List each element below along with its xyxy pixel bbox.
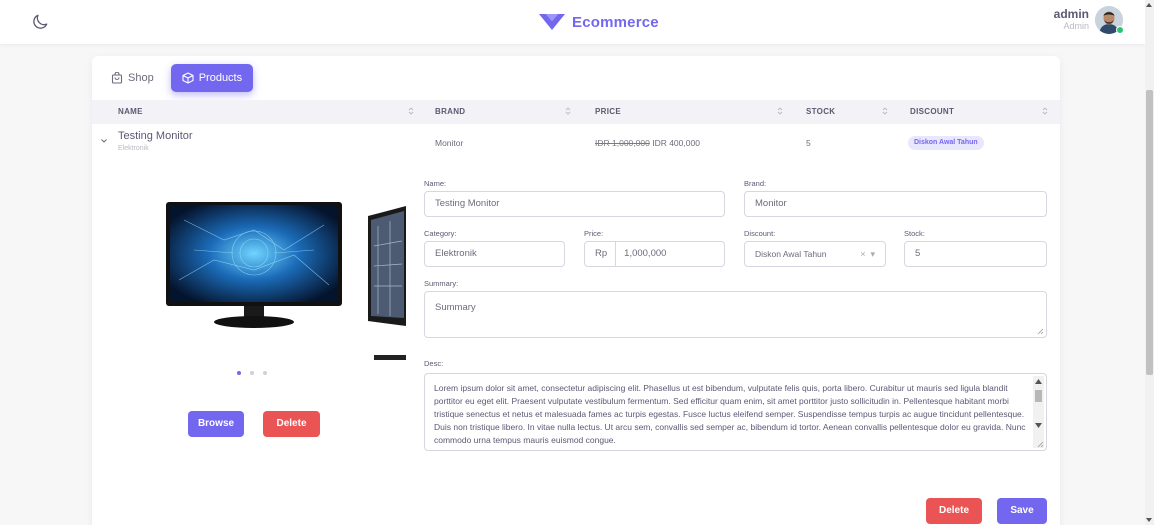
browse-image-button[interactable]: Browse [188,411,244,437]
user-menu[interactable]: admin Admin [1053,6,1124,34]
product-image-next[interactable] [368,206,406,326]
sort-icon[interactable] [408,106,414,116]
description-field[interactable]: Lorem ipsum dolor sit amet, consectetur … [424,373,1047,451]
product-image[interactable] [164,200,344,336]
carousel-indicators [237,371,276,375]
brand-field[interactable]: Monitor [744,191,1047,217]
save-button[interactable]: Save [997,498,1047,524]
user-role: Admin [1063,21,1089,31]
products-card: Shop Products NAME BRAND PRICE STOCK DIS… [92,56,1060,525]
product-brand: Monitor [435,138,464,148]
delete-button[interactable]: Delete [926,498,982,524]
product-price: IDR 1,000,000 IDR 400,000 [595,138,700,148]
sort-icon[interactable] [882,106,888,116]
discount-badge: Diskon Awal Tahun [908,136,984,150]
name-field[interactable]: Testing Monitor [424,191,725,217]
brand[interactable]: Ecommerce [538,10,659,34]
summary-field[interactable]: Summary [424,291,1047,338]
resize-handle-icon[interactable] [1036,327,1044,335]
delete-image-button[interactable]: Delete [263,411,320,437]
scroll-down-arrow-icon[interactable] [1035,423,1042,428]
tab-shop[interactable]: Shop [100,64,165,92]
clear-and-chevron-icon[interactable]: × ▾ [860,242,875,266]
discount-select[interactable]: Diskon Awal Tahun × ▾ [744,241,886,267]
scroll-down-arrow-icon[interactable] [1146,518,1152,522]
brand-label: Brand: [744,179,767,188]
tab-shop-label: Shop [128,72,154,84]
box-icon [182,72,194,84]
description-text: Lorem ipsum dolor sit amet, consectetur … [434,383,1026,445]
table-header: NAME BRAND PRICE STOCK DISCOUNT [92,100,1060,124]
sort-icon[interactable] [777,106,783,116]
price-field[interactable]: Rp 1,000,000 [584,241,725,267]
currency-prefix: Rp [595,242,617,266]
carousel-dot[interactable] [263,371,267,375]
scrollbar-thumb[interactable] [1146,90,1153,375]
column-header-name[interactable]: NAME [118,100,143,124]
brand-logo-icon [539,14,565,30]
sort-icon[interactable] [565,106,571,116]
user-name: admin [1053,7,1089,21]
column-header-brand[interactable]: BRAND [435,100,465,124]
scroll-up-arrow-icon[interactable] [1035,379,1042,384]
stock-field[interactable]: 5 [904,241,1047,267]
tab-products-label: Products [198,72,243,84]
carousel-dot[interactable] [250,371,254,375]
product-image-third[interactable] [374,355,406,360]
resize-handle-icon[interactable] [1036,440,1044,448]
discounted-price: IDR 400,000 [652,138,700,148]
page-scrollbar[interactable] [1145,0,1154,525]
price-value: 1,000,000 [624,248,667,259]
online-status-dot [1116,26,1124,34]
moon-icon[interactable] [30,12,50,32]
category-label: Category: [424,229,457,238]
price-label: Price: [584,229,604,238]
tab-products[interactable]: Products [170,64,254,92]
sort-icon[interactable] [1042,106,1048,116]
product-stock: 5 [806,138,811,148]
scrollbar-thumb[interactable] [1035,390,1042,402]
stock-label: Stock: [904,229,925,238]
column-header-stock[interactable]: STOCK [806,100,835,124]
carousel-dot[interactable] [237,371,241,375]
tab-bar: Shop Products [100,64,259,92]
brand-name: Ecommerce [572,13,659,31]
discount-label: Discount: [744,229,776,238]
summary-placeholder: Summary [435,302,476,313]
chevron-down-icon[interactable] [100,137,108,145]
summary-label: Summary: [424,279,459,288]
top-navbar: Ecommerce admin Admin [0,0,1145,44]
description-scrollbar[interactable] [1033,376,1044,448]
column-header-discount[interactable]: DISCOUNT [910,100,954,124]
desc-label: Desc: [424,359,444,368]
name-label: Name: [424,179,447,188]
discount-selected-value: Diskon Awal Tahun [755,249,827,259]
category-field[interactable]: Elektronik [424,241,565,267]
shopping-bag-icon [111,72,123,84]
avatar[interactable] [1095,6,1124,34]
column-header-price[interactable]: PRICE [595,100,621,124]
product-name: Testing Monitor [118,130,193,142]
scroll-up-arrow-icon[interactable] [1146,3,1152,7]
original-price: IDR 1,000,000 [595,138,650,148]
product-category: Elektronik [118,145,149,152]
